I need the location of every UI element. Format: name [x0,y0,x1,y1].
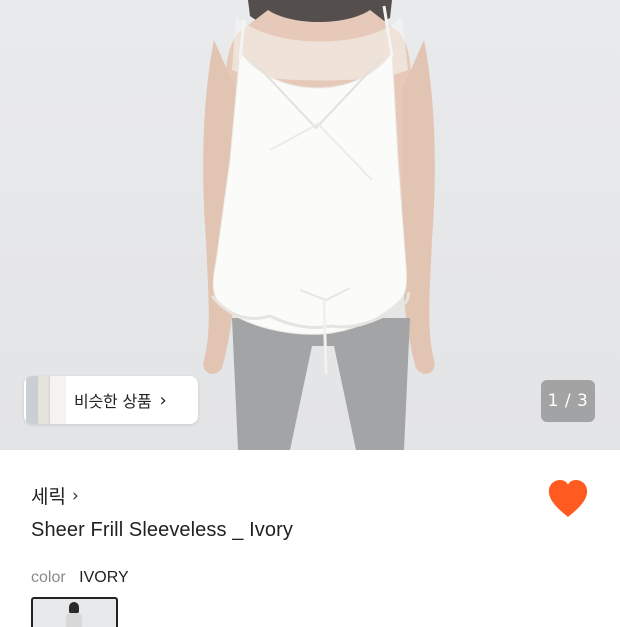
product-title: Sheer Frill Sleeveless _ Ivory [31,519,293,541]
color-swatch-selected[interactable] [31,597,118,627]
similar-products-button[interactable]: 비슷한 상품 › [24,376,198,424]
chevron-right-icon: › [159,389,167,411]
chevron-right-icon: › [71,485,79,506]
similar-products-thumbnails [24,376,66,424]
product-image[interactable]: 비슷한 상품 › 1 / 3 [0,0,620,450]
brand-name: 세릭 [31,486,66,508]
brand-link[interactable]: 세릭 › [31,482,79,509]
image-counter: 1 / 3 [541,380,595,422]
heart-icon[interactable] [546,478,590,520]
similar-products-label: 비슷한 상품 [74,392,152,411]
option-value: IVORY [79,569,129,586]
option-label: color [31,569,66,586]
color-option: color IVORY [31,569,129,587]
similar-thumb [50,376,66,424]
